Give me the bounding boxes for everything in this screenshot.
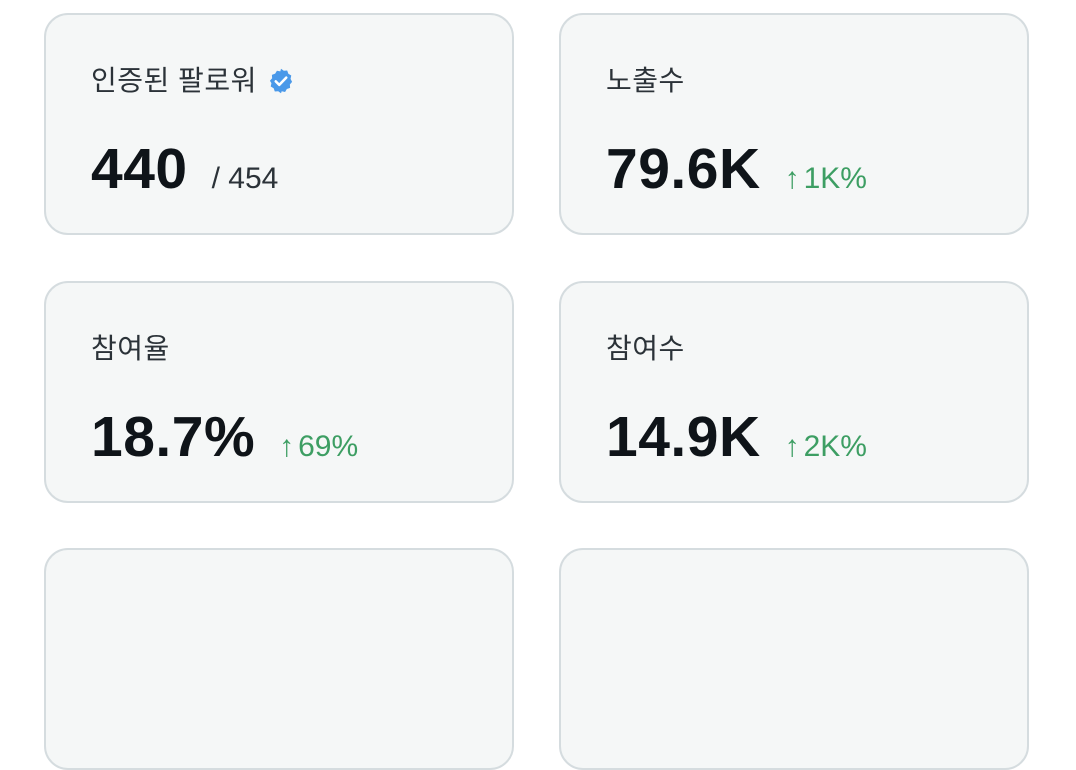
metric-label: 노출수: [606, 63, 685, 99]
metric-label-text: 참여율: [91, 333, 170, 364]
metric-card-partial: [44, 548, 514, 770]
metric-value-row: 14.9K ↑ 2K%: [606, 405, 867, 469]
metric-value: 14.9K: [606, 405, 761, 469]
metric-card-engagement-rate: 참여율 18.7% ↑ 69%: [44, 281, 514, 503]
metric-total: / 454: [211, 162, 279, 195]
metric-value: 18.7%: [91, 405, 256, 469]
metric-value: 79.6K: [606, 137, 761, 201]
metric-delta-value: 69%: [298, 430, 359, 463]
metric-value-row: 440 / 454: [91, 137, 278, 201]
metric-delta: ↑ 69%: [279, 430, 358, 464]
metric-card-impressions: 노출수 79.6K ↑ 1K%: [559, 13, 1029, 235]
metric-label: 인증된 팔로워: [91, 63, 295, 99]
metric-delta: ↑ 1K%: [785, 162, 867, 196]
metric-delta-value: 2K%: [803, 430, 867, 463]
metric-card-verified-followers: 인증된 팔로워 440 / 454: [44, 13, 514, 235]
metric-value-row: 79.6K ↑ 1K%: [606, 137, 867, 201]
metric-label-text: 노출수: [606, 65, 685, 96]
metric-card-engagements: 참여수 14.9K ↑ 2K%: [559, 281, 1029, 503]
metric-value-row: 18.7% ↑ 69%: [91, 405, 358, 469]
metric-label: 참여수: [606, 331, 685, 367]
metric-label: 참여율: [91, 331, 170, 367]
metric-value: 440: [91, 137, 188, 201]
metric-delta: ↑ 2K%: [785, 430, 867, 464]
metric-label-text: 참여수: [606, 333, 685, 364]
metric-card-partial: [559, 548, 1029, 770]
arrow-up-icon: ↑: [784, 162, 800, 195]
metric-label-text: 인증된 팔로워: [91, 65, 257, 96]
verified-badge-icon: [267, 67, 295, 95]
metric-delta-value: 1K%: [803, 162, 867, 195]
arrow-up-icon: ↑: [279, 430, 295, 463]
arrow-up-icon: ↑: [784, 430, 800, 463]
